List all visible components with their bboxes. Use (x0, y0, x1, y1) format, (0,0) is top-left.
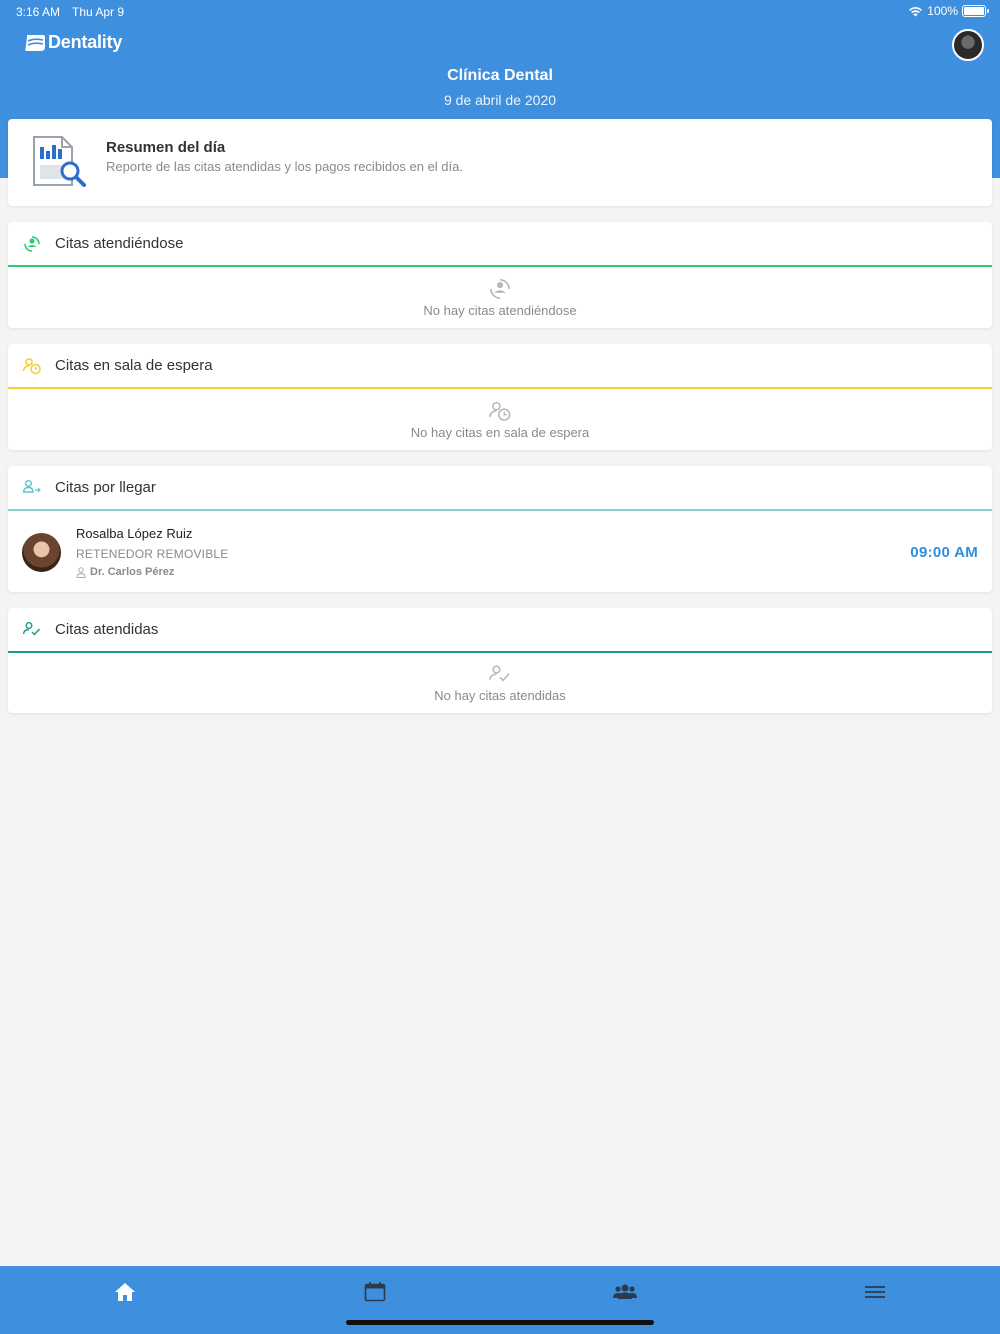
section-title: Citas atendidas (55, 621, 159, 638)
tab-home[interactable] (105, 1278, 145, 1306)
battery-percent: 100% (927, 4, 958, 18)
empty-state-text: No hay citas atendidas (434, 688, 566, 703)
menu-icon (865, 1286, 885, 1298)
report-search-icon (33, 136, 86, 187)
section-header[interactable]: Citas por llegar (8, 466, 992, 511)
tab-menu[interactable] (855, 1278, 895, 1306)
section-attended: Citas atendidas No hay citas atendidas (8, 608, 992, 713)
doctor-info: Dr. Carlos Pérez (76, 566, 174, 578)
section-title: Citas atendiéndose (55, 235, 184, 252)
patient-arriving-icon (22, 480, 41, 493)
empty-state-text: No hay citas atendiéndose (423, 303, 577, 318)
status-date: Thu Apr 9 (72, 5, 125, 19)
patient-rotate-icon (24, 236, 40, 252)
doctor-name: Dr. Carlos Pérez (90, 566, 175, 578)
section-divider (8, 651, 992, 653)
home-icon (115, 1283, 135, 1301)
status-bar: 3:16 AM Thu Apr 9 100% (0, 0, 1000, 24)
brand-name: Dentality (48, 32, 123, 52)
home-indicator[interactable] (346, 1320, 654, 1325)
section-upcoming: Citas por llegar Rosalba López Ruiz RETE… (8, 466, 992, 592)
section-divider (8, 387, 992, 389)
section-header[interactable]: Citas atendiéndose (8, 222, 992, 267)
section-header[interactable]: Citas en sala de espera (8, 344, 992, 389)
empty-state-text: No hay citas en sala de espera (410, 425, 590, 440)
battery-icon (962, 5, 989, 17)
tooth-logo-icon (25, 34, 45, 51)
section-divider (8, 265, 992, 267)
clinic-date: 9 de abril de 2020 (443, 92, 557, 108)
user-avatar[interactable] (952, 29, 984, 61)
waiting-clock-icon (22, 358, 41, 375)
status-indicators: 100% (908, 4, 989, 18)
daily-summary-card[interactable]: Resumen del día Reporte de las citas ate… (8, 119, 992, 206)
appointment-time: 09:00 AM (910, 544, 978, 561)
tab-calendar[interactable] (355, 1278, 395, 1306)
summary-description: Reporte de las citas atendidas y los pag… (106, 159, 463, 174)
doctor-icon (76, 566, 86, 578)
section-title: Citas por llegar (55, 479, 156, 496)
patient-check-icon (22, 622, 41, 636)
section-in-progress: Citas atendiéndose No hay citas atendién… (8, 222, 992, 328)
tab-patients[interactable] (605, 1278, 645, 1306)
patient-avatar (22, 533, 61, 572)
app-logo[interactable]: Dentality (24, 32, 122, 53)
status-time: 3:16 AM (16, 5, 61, 19)
summary-title: Resumen del día (106, 139, 226, 156)
treatment-name: RETENEDOR REMOVIBLE (76, 547, 229, 561)
wifi-icon (909, 6, 923, 16)
section-title: Citas en sala de espera (55, 357, 213, 374)
clinic-title: Clínica Dental (447, 67, 553, 84)
empty-state-icon (8, 399, 992, 428)
people-icon (613, 1284, 637, 1299)
appointment-row[interactable]: Rosalba López Ruiz RETENEDOR REMOVIBLE D… (8, 511, 992, 592)
patient-name: Rosalba López Ruiz (76, 526, 193, 541)
section-header[interactable]: Citas atendidas (8, 608, 992, 653)
section-waiting-room: Citas en sala de espera No hay citas en … (8, 344, 992, 450)
calendar-icon (364, 1282, 386, 1302)
